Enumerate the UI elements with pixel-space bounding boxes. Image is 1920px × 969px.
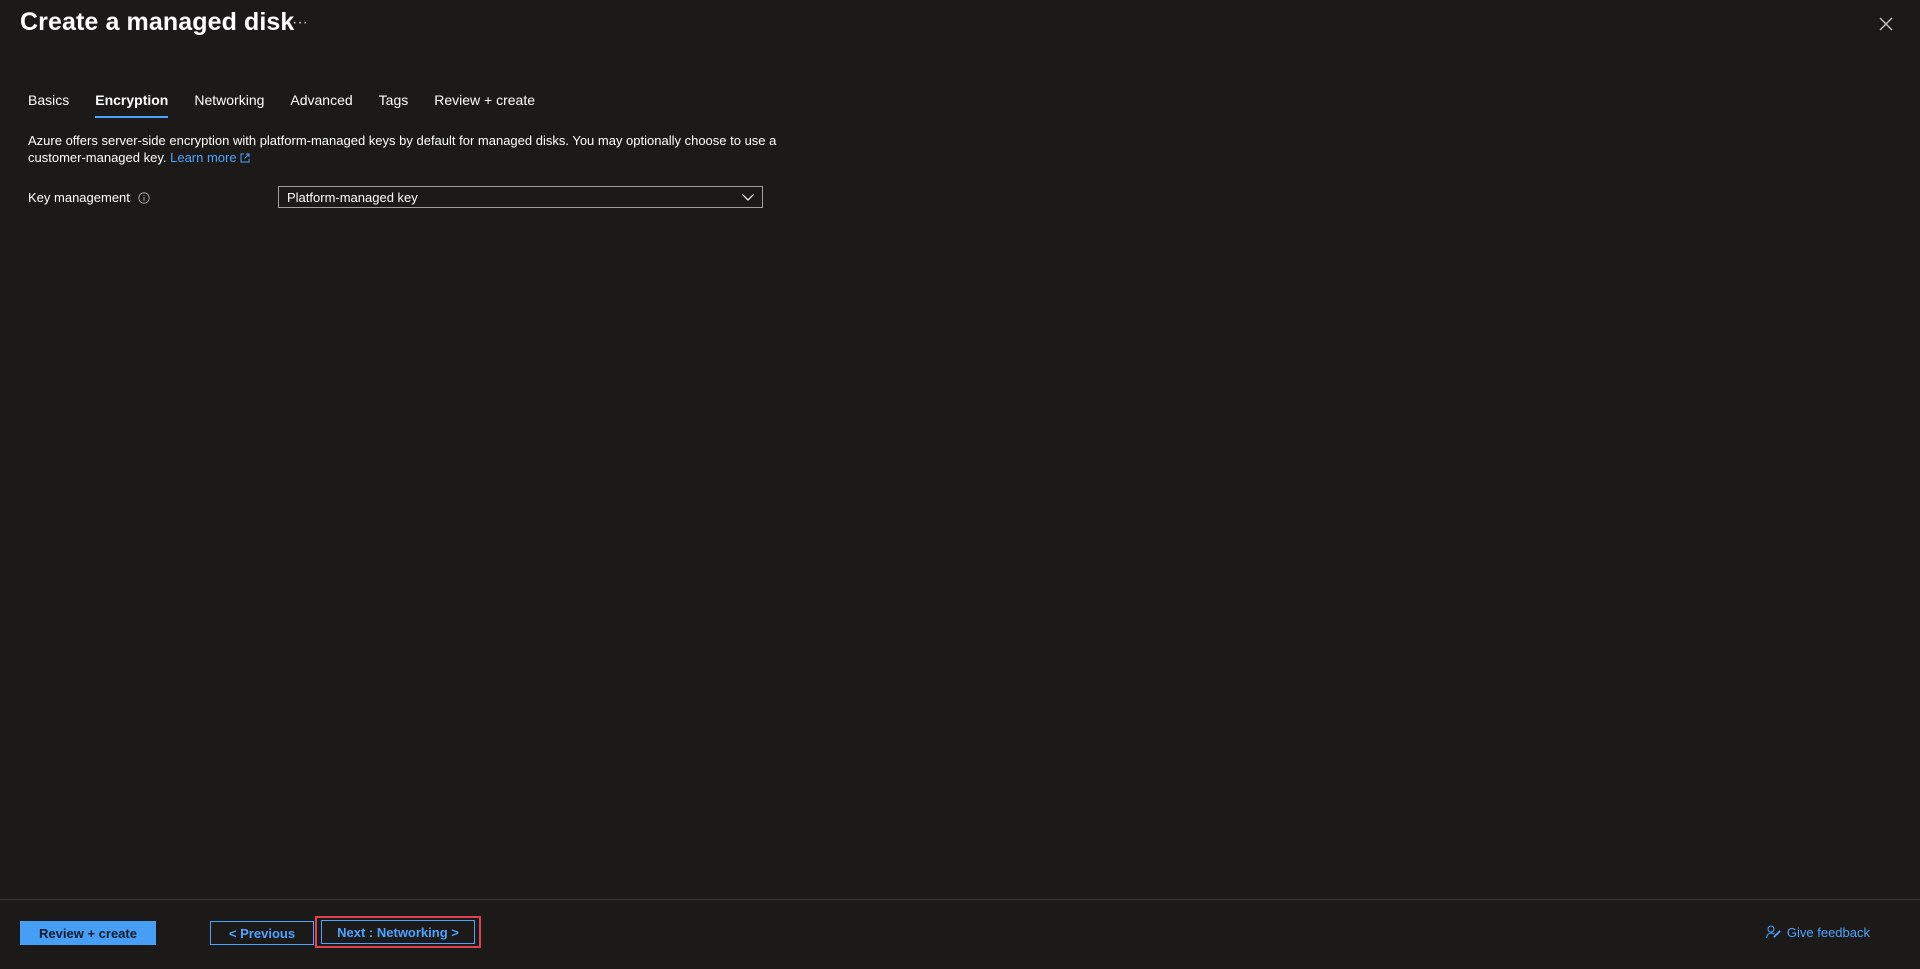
close-icon[interactable] (1878, 16, 1894, 32)
learn-more-label: Learn more (170, 150, 237, 165)
tab-bar: Basics Encryption Networking Advanced Ta… (28, 92, 561, 118)
chevron-down-icon (742, 194, 754, 201)
tab-encryption[interactable]: Encryption (95, 92, 169, 118)
encryption-description: Azure offers server-side encryption with… (28, 132, 788, 166)
key-management-dropdown[interactable]: Platform-managed key (278, 186, 763, 208)
tab-basics[interactable]: Basics (28, 92, 69, 118)
key-management-label: Key management (28, 190, 150, 205)
tab-review-create[interactable]: Review + create (434, 92, 535, 118)
info-icon[interactable] (138, 191, 150, 204)
next-button-highlight: Next : Networking > (315, 916, 481, 948)
previous-button[interactable]: < Previous (210, 921, 314, 945)
description-text: Azure offers server-side encryption with… (28, 133, 777, 165)
tab-tags[interactable]: Tags (379, 92, 409, 118)
key-management-selected-value: Platform-managed key (287, 189, 418, 205)
create-managed-disk-page: Create a managed disk ··· Basics Encrypt… (0, 0, 1920, 969)
more-options-icon[interactable]: ··· (292, 14, 308, 32)
tab-advanced[interactable]: Advanced (290, 92, 352, 118)
key-management-label-text: Key management (28, 190, 130, 205)
learn-more-link[interactable]: Learn more (170, 150, 250, 165)
give-feedback-link[interactable]: Give feedback (1765, 924, 1870, 940)
feedback-icon (1765, 925, 1781, 939)
review-create-button[interactable]: Review + create (20, 921, 156, 945)
external-link-icon (240, 153, 250, 163)
tab-networking[interactable]: Networking (194, 92, 264, 118)
footer-bar: Review + create < Previous Next : Networ… (0, 899, 1920, 969)
give-feedback-label: Give feedback (1786, 924, 1870, 940)
next-networking-button[interactable]: Next : Networking > (321, 920, 475, 944)
page-title: Create a managed disk (20, 8, 295, 36)
